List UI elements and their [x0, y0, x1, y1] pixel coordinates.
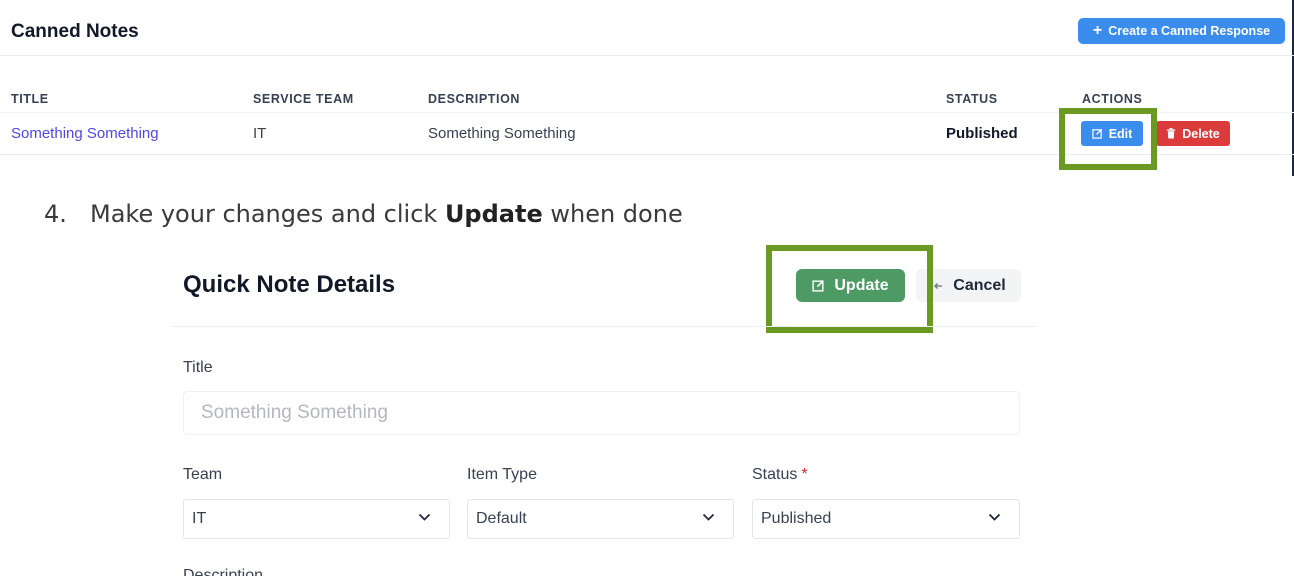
column-header-status: STATUS	[946, 92, 998, 106]
delete-button[interactable]: Delete	[1156, 121, 1230, 146]
update-highlight-box	[766, 245, 933, 333]
create-button-label: Create a Canned Response	[1108, 24, 1271, 38]
title-label: Title	[183, 359, 213, 376]
step-number: 4.	[44, 200, 67, 228]
column-header-actions: ACTIONS	[1082, 92, 1143, 106]
description-label: Description	[183, 568, 263, 576]
team-select-value: IT	[192, 510, 207, 527]
row-status: Published	[946, 125, 1018, 142]
edit-highlight-box	[1059, 108, 1157, 170]
title-input-placeholder: Something Something	[201, 402, 388, 423]
status-select[interactable]: Published	[752, 499, 1020, 539]
form-header-divider	[172, 326, 1036, 327]
chevron-down-icon	[418, 513, 431, 522]
plus-icon: +	[1092, 22, 1103, 39]
delete-label: Delete	[1182, 126, 1220, 141]
chevron-down-icon	[988, 513, 1001, 522]
row-service-team: IT	[253, 125, 267, 142]
cancel-label: Cancel	[953, 276, 1006, 294]
trash-icon	[1166, 128, 1176, 139]
exit-icon	[931, 280, 943, 292]
form-title: Quick Note Details	[183, 271, 396, 298]
item-type-label: Item Type	[467, 466, 537, 483]
status-select-value: Published	[761, 510, 832, 527]
page-title: Canned Notes	[11, 21, 139, 42]
column-header-description: DESCRIPTION	[428, 92, 521, 106]
item-type-select-value: Default	[476, 510, 527, 527]
instruction-step: 4. Make your changes and click Update whe…	[44, 200, 683, 228]
header-divider	[0, 55, 1294, 56]
team-select[interactable]: IT	[183, 499, 450, 539]
status-label: Status *	[752, 466, 808, 484]
instruction-bold: Update	[444, 200, 543, 228]
instruction-text-before: Make your changes and click	[90, 200, 445, 228]
team-label: Team	[183, 466, 223, 483]
column-header-title: TITLE	[11, 92, 49, 106]
status-label-text: Status	[752, 466, 798, 483]
row-title-link[interactable]: Something Something	[11, 125, 159, 142]
row-description: Something Something	[428, 125, 576, 142]
instruction-text-after: when done	[542, 200, 683, 228]
column-header-service-team: SERVICE TEAM	[253, 92, 354, 106]
title-input[interactable]: Something Something	[183, 391, 1020, 435]
create-canned-response-button[interactable]: + Create a Canned Response	[1078, 18, 1285, 44]
chevron-down-icon	[702, 513, 715, 522]
required-marker: *	[801, 466, 808, 483]
item-type-select[interactable]: Default	[467, 499, 734, 539]
